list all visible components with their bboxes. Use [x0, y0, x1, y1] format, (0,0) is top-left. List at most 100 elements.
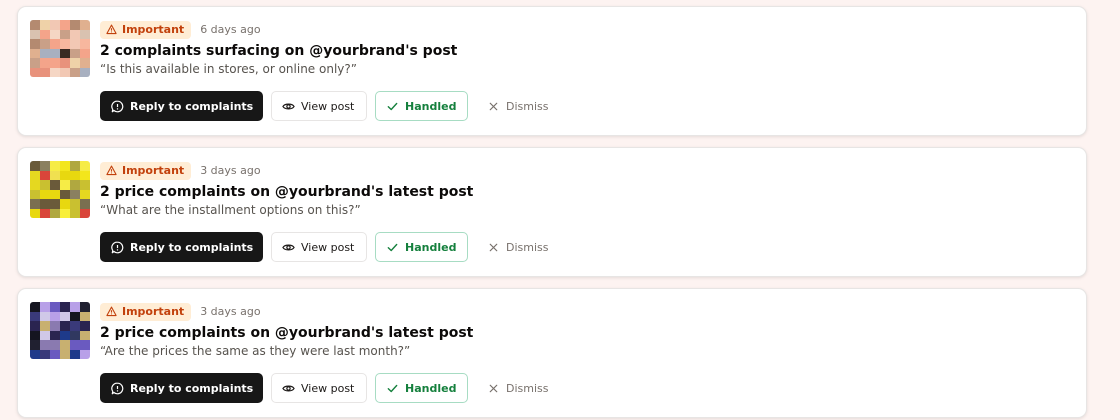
post-thumbnail[interactable] [30, 161, 90, 218]
thumbnail-pixel [60, 330, 70, 340]
view-post-button[interactable]: View post [271, 373, 367, 403]
thumbnail-pixel [40, 349, 50, 359]
post-thumbnail[interactable] [30, 20, 90, 77]
thumbnail-pixel [40, 29, 50, 39]
thumbnail-pixel [60, 189, 70, 199]
important-badge: Important [100, 161, 192, 180]
thumbnail-pixel [60, 161, 70, 171]
message-alert-icon [111, 382, 124, 394]
thumbnail-pixel [80, 48, 90, 58]
thumbnail-pixel [50, 340, 60, 350]
post-thumbnail[interactable] [30, 302, 90, 359]
thumbnail-pixel [40, 340, 50, 350]
thumbnail-pixel [60, 20, 70, 30]
reply-to-complaints-button[interactable]: Reply to complaints [100, 232, 263, 262]
thumbnail-pixel [30, 180, 40, 190]
view-post-label: View post [301, 99, 355, 113]
view-post-label: View post [301, 240, 355, 254]
message-alert-icon [111, 241, 124, 253]
thumbnail-pixel [30, 302, 40, 312]
thumbnail-pixel [50, 170, 60, 180]
notification-title: 2 complaints surfacing on @yourbrand's p… [100, 43, 458, 59]
thumbnail-pixel [30, 340, 40, 350]
thumbnail-pixel [30, 58, 40, 68]
thumbnail-pixel [50, 67, 60, 77]
thumbnail-pixel [30, 20, 40, 30]
view-post-label: View post [301, 381, 355, 395]
thumbnail-pixel [50, 199, 60, 209]
notification-list: Important 6 days ago 2 complaints surfac… [0, 0, 1120, 420]
reply-to-complaints-button[interactable]: Reply to complaints [100, 373, 263, 403]
thumbnail-pixel [60, 340, 70, 350]
notification-meta: Important 3 days ago [100, 161, 261, 180]
dismiss-button[interactable]: Dismiss [476, 91, 560, 121]
action-bar: Reply to complaints View post Handled Di… [100, 373, 560, 403]
thumbnail-pixel [70, 302, 80, 312]
eye-icon [282, 385, 295, 391]
notification-meta: Important 3 days ago [100, 302, 261, 321]
thumbnail-pixel [50, 39, 60, 49]
thumbnail-pixel [80, 208, 90, 218]
thumbnail-pixel [60, 302, 70, 312]
thumbnail-pixel [60, 199, 70, 209]
notification-card: Important 3 days ago 2 price complaints … [17, 288, 1087, 418]
thumbnail-pixel [80, 180, 90, 190]
checkmark-icon [387, 243, 398, 251]
thumbnail-pixel [60, 67, 70, 77]
thumbnail-pixel [50, 321, 60, 331]
important-badge: Important [100, 20, 192, 39]
thumbnail-pixel [80, 199, 90, 209]
dismiss-button[interactable]: Dismiss [476, 373, 560, 403]
timestamp: 3 days ago [200, 305, 261, 318]
thumbnail-pixel [50, 58, 60, 68]
dismiss-label: Dismiss [506, 99, 549, 113]
comment-quote: “Are the prices the same as they were la… [100, 344, 411, 358]
thumbnail-pixel [40, 48, 50, 58]
thumbnail-pixel [30, 199, 40, 209]
thumbnail-pixel [60, 180, 70, 190]
thumbnail-pixel [70, 48, 80, 58]
thumbnail-pixel [50, 302, 60, 312]
action-bar: Reply to complaints View post Handled Di… [100, 232, 560, 262]
handled-button[interactable]: Handled [375, 232, 468, 262]
thumbnail-pixel [50, 48, 60, 58]
thumbnail-pixel [80, 58, 90, 68]
handled-button[interactable]: Handled [375, 373, 468, 403]
thumbnail-pixel [70, 170, 80, 180]
thumbnail-pixel [40, 161, 50, 171]
thumbnail-pixel [50, 311, 60, 321]
thumbnail-pixel [80, 340, 90, 350]
reply-button-label: Reply to complaints [130, 99, 254, 113]
close-icon [489, 243, 498, 251]
handled-label: Handled [405, 99, 457, 113]
thumbnail-pixel [70, 20, 80, 30]
view-post-button[interactable]: View post [271, 91, 367, 121]
thumbnail-pixel [80, 330, 90, 340]
thumbnail-pixel [80, 311, 90, 321]
thumbnail-pixel [60, 29, 70, 39]
notification-title: 2 price complaints on @yourbrand's lates… [100, 184, 474, 200]
thumbnail-pixel [70, 67, 80, 77]
thumbnail-pixel [50, 189, 60, 199]
thumbnail-pixel [60, 39, 70, 49]
dismiss-label: Dismiss [506, 381, 549, 395]
thumbnail-pixel [70, 340, 80, 350]
view-post-button[interactable]: View post [271, 232, 367, 262]
thumbnail-pixel [60, 208, 70, 218]
thumbnail-pixel [50, 20, 60, 30]
thumbnail-pixel [80, 349, 90, 359]
handled-label: Handled [405, 381, 457, 395]
thumbnail-pixel [40, 170, 50, 180]
thumbnail-pixel [70, 349, 80, 359]
badge-label: Important [122, 164, 185, 177]
notification-title: 2 price complaints on @yourbrand's lates… [100, 325, 474, 341]
eye-icon [282, 103, 295, 109]
thumbnail-pixel [40, 208, 50, 218]
checkmark-icon [387, 102, 398, 110]
thumbnail-pixel [50, 330, 60, 340]
handled-button[interactable]: Handled [375, 91, 468, 121]
thumbnail-pixel [60, 58, 70, 68]
reply-to-complaints-button[interactable]: Reply to complaints [100, 91, 263, 121]
dismiss-button[interactable]: Dismiss [476, 232, 560, 262]
thumbnail-pixel [60, 170, 70, 180]
